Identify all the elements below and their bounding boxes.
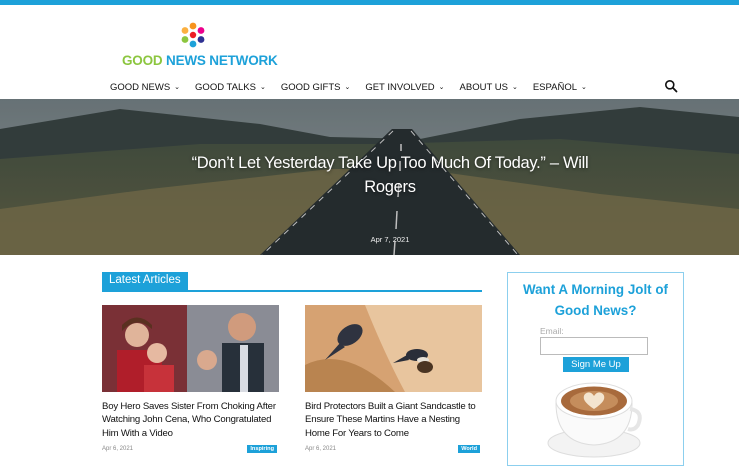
logo-text: GOOD NEWS NETWORK [122, 53, 278, 68]
chevron-down-icon: ⌄ [511, 84, 518, 91]
nav-label: ABOUT US [459, 81, 508, 93]
article-date: Apr 6, 2021 [305, 446, 337, 453]
sign-up-button[interactable]: Sign Me Up [563, 357, 629, 372]
category-badge[interactable]: Inspiring [247, 445, 277, 454]
kids-photo-image [102, 305, 279, 392]
latest-articles-header: Latest Articles [102, 272, 482, 292]
article-thumbnail[interactable] [305, 305, 482, 392]
nav-item-good-gifts[interactable]: GOOD GIFTS ⌄ [281, 78, 351, 96]
article-card[interactable]: Bird Protectors Built a Giant Sandcastle… [305, 305, 482, 456]
category-badge[interactable]: World [458, 445, 480, 454]
chevron-down-icon: ⌄ [174, 84, 181, 91]
main-nav: GOOD NEWS ⌄ GOOD TALKS ⌄ GOOD GIFTS ⌄ GET I… [110, 78, 602, 96]
logo-dots-icon [181, 22, 205, 48]
article-title[interactable]: Bird Protectors Built a Giant Sandcastle… [305, 400, 482, 440]
hero-banner[interactable]: “Don’t Let Yesterday Take Up Too Much Of… [0, 99, 739, 255]
nav-item-good-news[interactable]: GOOD NEWS ⌄ [110, 78, 180, 96]
section-title: Latest Articles [102, 272, 188, 290]
article-title[interactable]: Boy Hero Saves Sister From Choking After… [102, 400, 279, 440]
article-meta: Apr 6, 2021 Inspiring [102, 445, 279, 456]
nav-item-espanol[interactable]: ESPAÑOL ⌄ [533, 78, 587, 96]
nav-label: GET INVOLVED [365, 81, 435, 93]
nav-label: ESPAÑOL [532, 81, 577, 93]
chevron-down-icon: ⌄ [581, 84, 587, 91]
nav-label: GOOD TALKS [195, 81, 256, 93]
article-meta: Apr 6, 2021 World [305, 445, 482, 456]
top-bar [0, 0, 739, 5]
chevron-down-icon: ⌄ [344, 84, 351, 91]
email-label: Email: [540, 326, 564, 336]
email-field[interactable] [540, 337, 648, 355]
nav-label: GOOD NEWS [110, 81, 171, 93]
nav-item-good-talks[interactable]: GOOD TALKS ⌄ [195, 78, 266, 96]
newsletter-widget: Want A Morning Jolt of Good News? Email:… [507, 272, 684, 466]
nav-item-get-involved[interactable]: GET INVOLVED ⌄ [365, 78, 444, 96]
hero-date: Apr 7, 2021 [370, 235, 410, 244]
hero-title[interactable]: “Don’t Let Yesterday Take Up Too Much Of… [190, 151, 590, 199]
chevron-down-icon: ⌄ [259, 84, 266, 91]
article-card[interactable]: Boy Hero Saves Sister From Choking After… [102, 305, 279, 456]
nav-item-about-us[interactable]: ABOUT US ⌄ [460, 78, 518, 96]
nav-label: GOOD GIFTS [280, 81, 341, 93]
logo-text-rest: NEWS NETWORK [166, 53, 278, 68]
birds-photo-image [305, 305, 482, 392]
coffee-cup-image [547, 382, 642, 458]
chevron-down-icon: ⌄ [438, 84, 445, 91]
site-logo[interactable]: GOOD NEWS NETWORK [122, 20, 282, 70]
logo-text-good: GOOD [122, 53, 167, 68]
article-date: Apr 6, 2021 [102, 446, 134, 453]
article-thumbnail[interactable] [102, 305, 279, 392]
widget-title: Want A Morning Jolt of Good News? [522, 282, 669, 318]
search-icon[interactable] [664, 79, 678, 93]
